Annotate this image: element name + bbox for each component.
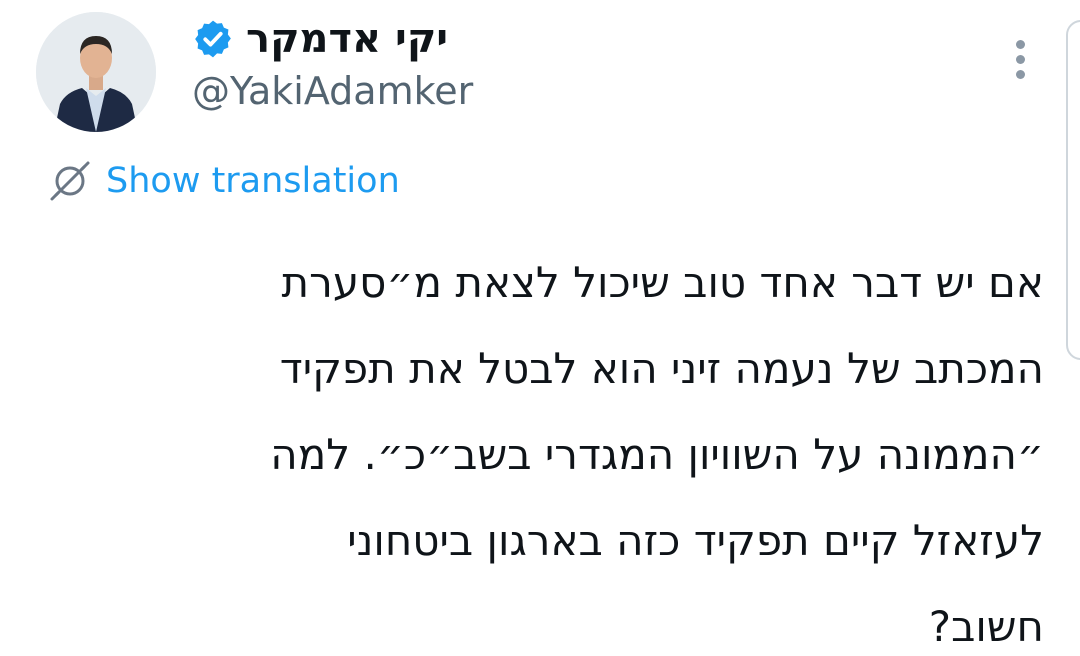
author-handle[interactable]: @YakiAdamker [192, 68, 473, 114]
more-options-button[interactable] [1002, 32, 1038, 86]
tweet-text-line: אם יש דבר אחד טוב שיכול לצאת מ״סערת [281, 258, 1044, 307]
avatar-image [36, 12, 156, 132]
tweet-card: יקי אדמקר @YakiAdamker Show translation … [0, 0, 1080, 656]
tweet-text-line: ״הממונה על השוויון המגדרי בשב״כ״. למה [270, 430, 1044, 479]
author-name-row: יקי אדמקר [192, 10, 448, 68]
more-dot [1015, 54, 1025, 64]
more-vertical-icon [1015, 39, 1025, 49]
more-dot [1015, 69, 1025, 79]
verified-badge-icon [195, 20, 231, 58]
show-translation-label: Show translation [106, 161, 400, 201]
tweet-text-line: המכתב של נעמה זיני הוא לבטל את תפקיד [279, 344, 1044, 393]
avatar[interactable] [36, 12, 156, 132]
globe-translate-icon [50, 161, 90, 201]
tweet-text-line: חשוב? [928, 602, 1044, 651]
tweet-text-line: לעזאזל קיים תפקיד כזה בארגון ביטחוני [347, 516, 1044, 565]
scroll-edge [1066, 20, 1080, 360]
author-display-name[interactable]: יקי אדמקר [246, 10, 448, 68]
show-translation-button[interactable]: Show translation [48, 156, 400, 206]
tweet-text: אם יש דבר אחד טוב שיכול לצאת מ״סערת המכת… [30, 240, 1044, 656]
